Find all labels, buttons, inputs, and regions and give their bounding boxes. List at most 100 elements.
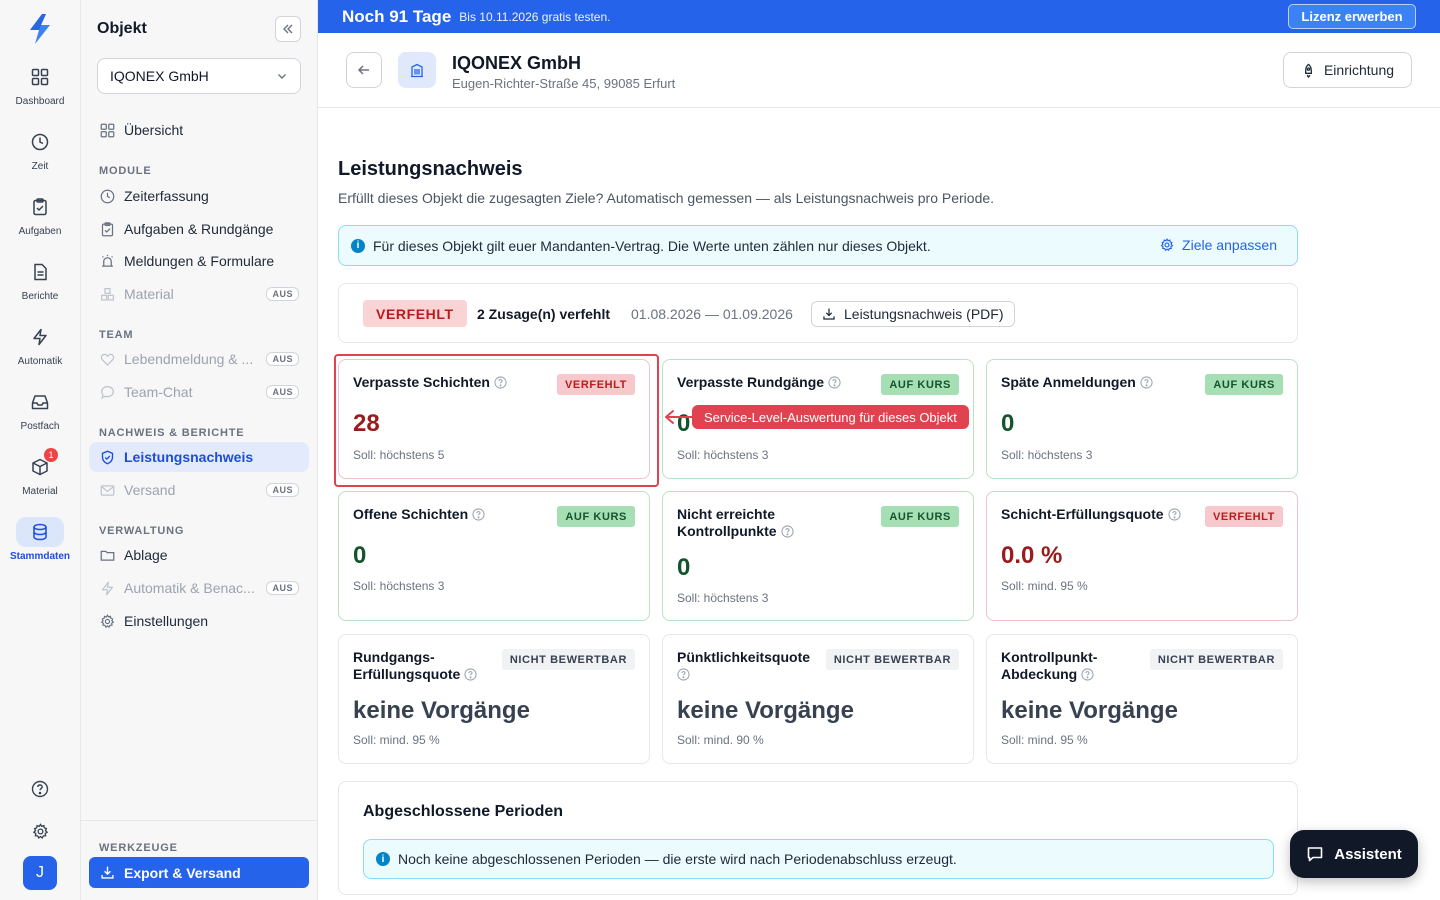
kpi-target: Soll: höchstens 3 — [1001, 448, 1093, 462]
sidebar-item-label: Ablage — [124, 547, 168, 563]
help-circle-icon[interactable] — [1167, 508, 1181, 521]
rail-item-stammdaten[interactable]: Stammdaten — [0, 517, 80, 573]
back-button[interactable] — [346, 52, 382, 88]
rail-item-berichte[interactable]: Berichte — [0, 257, 80, 313]
adjust-goals-label: Ziele anpassen — [1182, 237, 1277, 253]
grid-icon — [99, 122, 115, 138]
rail-item-aufgaben[interactable]: Aufgaben — [0, 192, 80, 248]
sidebar-item-leistungsnachweis[interactable]: Leistungsnachweis — [89, 442, 309, 472]
sidebar-item-automatik-benachrichtigungen[interactable]: Automatik & Benac... AUS — [89, 573, 309, 603]
help-circle-icon[interactable] — [494, 376, 507, 389]
sidebar-item-einstellungen[interactable]: Einstellungen — [89, 606, 309, 636]
kpi-target: Soll: mind. 95 % — [353, 733, 440, 747]
sidebar-item-label: Lebendmeldung & ... — [124, 351, 254, 367]
folder-icon — [99, 547, 115, 563]
sidebar-item-material[interactable]: Material AUS — [89, 279, 309, 309]
sidebar-item-versand[interactable]: Versand AUS — [89, 475, 309, 505]
tutorial-callout: Service-Level-Auswertung für dieses Obje… — [692, 405, 969, 429]
adjust-goals-link[interactable]: Ziele anpassen — [1160, 237, 1277, 253]
rail-item-postfach[interactable]: Postfach — [0, 387, 80, 443]
kpi-card-nicht-erreichte-kontrollpunkte[interactable]: Nicht erreichte Kontrollpunkte AUF KURS … — [662, 491, 974, 621]
kpi-card-rundgangs-erfuellungsquote[interactable]: Rundgangs-Erfüllungsquote NICHT BEWERTBA… — [338, 634, 650, 764]
download-icon — [823, 308, 835, 320]
clipboard-check-icon — [99, 221, 115, 237]
rail-item-material[interactable]: 1 Material — [0, 448, 80, 508]
missed-commitments-count: 2 Zusage(n) verfehlt — [477, 306, 611, 322]
kpi-card-verpasste-schichten[interactable]: Verpasste Schichten VERFEHLT 28 Soll: hö… — [338, 359, 650, 479]
kpi-target: Soll: höchstens 5 — [353, 448, 445, 462]
assistant-button[interactable]: Assistent — [1290, 830, 1418, 878]
kpi-card-schicht-erfuellungsquote[interactable]: Schicht-Erfüllungsquote VERFEHLT 0.0 % S… — [986, 491, 1298, 621]
sidebar-item-meldungen[interactable]: Meldungen & Formulare — [89, 246, 309, 276]
object-select[interactable]: IQONEX GmbH — [97, 58, 301, 94]
chevrons-left-icon — [281, 22, 295, 36]
kpi-card-spaete-anmeldungen[interactable]: Späte Anmeldungen AUF KURS 0 Soll: höchs… — [986, 359, 1298, 479]
section-module: MODULE — [99, 165, 152, 177]
lightning-icon — [16, 322, 64, 352]
status-badge: NICHT BEWERTBAR — [501, 649, 635, 670]
kpi-title: Schicht-Erfüllungsquote — [1001, 506, 1191, 523]
rail-label: Automatik — [17, 356, 63, 367]
assistant-label: Assistent — [1334, 845, 1402, 863]
rail-item-dashboard[interactable]: Dashboard — [0, 62, 80, 118]
completed-periods-card: Abgeschlossene Perioden i Noch keine abg… — [338, 781, 1298, 895]
sidebar-item-aufgaben[interactable]: Aufgaben & Rundgänge — [89, 214, 309, 244]
period-status-card: VERFEHLT 2 Zusage(n) verfehlt 01.08.2026… — [338, 283, 1298, 343]
database-icon — [16, 517, 64, 547]
kpi-title: Pünktlichkeitsquote — [677, 649, 827, 681]
kpi-target: Soll: höchstens 3 — [353, 579, 445, 593]
building-icon — [398, 52, 436, 88]
notification-badge: 1 — [44, 448, 58, 462]
setup-button[interactable]: Einrichtung — [1283, 52, 1412, 88]
status-badge: AUF KURS — [881, 374, 959, 395]
rail-label: Stammdaten — [9, 551, 70, 562]
sidebar-item-lebendmeldung[interactable]: Lebendmeldung & ... AUS — [89, 344, 309, 374]
callout-arrow-icon — [665, 410, 693, 424]
rail-item-zeit[interactable]: Zeit — [0, 127, 80, 183]
kpi-card-kontrollpunkt-abdeckung[interactable]: Kontrollpunkt-Abdeckung NICHT BEWERTBAR … — [986, 634, 1298, 764]
kpi-value: keine Vorgänge — [677, 697, 854, 724]
settings-button[interactable] — [0, 823, 80, 840]
kpi-target: Soll: höchstens 3 — [677, 448, 769, 462]
sidebar-item-zeiterfassung[interactable]: Zeiterfassung — [89, 181, 309, 211]
help-circle-icon[interactable] — [464, 668, 477, 681]
sidebar-item-uebersicht[interactable]: Übersicht — [89, 115, 309, 145]
help-circle-icon — [31, 780, 49, 798]
kpi-value: 0 — [1001, 410, 1015, 437]
help-circle-icon[interactable] — [677, 668, 827, 681]
kpi-card-puenktlichkeitsquote[interactable]: Pünktlichkeitsquote NICHT BEWERTBAR kein… — [662, 634, 974, 764]
kpi-title: Rundgangs-Erfüllungsquote — [353, 649, 493, 683]
help-circle-icon[interactable] — [472, 508, 485, 521]
app-logo-icon[interactable] — [26, 12, 54, 46]
off-badge: AUS — [266, 581, 299, 595]
heart-icon — [99, 351, 115, 367]
page-subtitle: Erfüllt dieses Objekt die zugesagten Zie… — [338, 190, 995, 206]
sidebar-item-team-chat[interactable]: Team-Chat AUS — [89, 377, 309, 407]
help-circle-icon[interactable] — [1081, 668, 1094, 681]
buy-license-button[interactable]: Lizenz erwerben — [1288, 4, 1416, 29]
trial-subtitle: Bis 10.11.2026 gratis testen. — [459, 9, 611, 24]
kpi-title: Späte Anmeldungen — [1001, 374, 1191, 391]
siren-icon — [99, 253, 115, 269]
sidebar-item-label: Versand — [124, 482, 176, 498]
help-circle-icon[interactable] — [780, 525, 794, 538]
sidebar-item-label: Zeiterfassung — [124, 188, 209, 204]
help-circle-icon[interactable] — [828, 376, 841, 389]
user-avatar[interactable]: J — [23, 856, 57, 890]
rail-item-automatik[interactable]: Automatik — [0, 322, 80, 378]
sidebar-item-label: Einstellungen — [124, 613, 209, 629]
section-werkzeuge: WERKZEUGE — [99, 842, 178, 854]
status-badge: NICHT BEWERTBAR — [1149, 649, 1283, 670]
kpi-card-offene-schichten[interactable]: Offene Schichten AUF KURS 0 Soll: höchst… — [338, 491, 650, 621]
sidebar-item-ablage[interactable]: Ablage — [89, 540, 309, 570]
download-pdf-button[interactable]: Leistungsnachweis (PDF) — [811, 301, 1015, 327]
chevron-down-icon — [276, 70, 288, 82]
sidebar-divider — [81, 820, 318, 821]
collapse-sidebar-button[interactable] — [275, 16, 301, 42]
help-circle-icon[interactable] — [1140, 376, 1153, 389]
rail-label: Dashboard — [15, 96, 65, 107]
trial-banner: Noch 91 Tage Bis 10.11.2026 gratis teste… — [318, 0, 1440, 33]
help-button[interactable] — [0, 780, 80, 798]
export-versand-button[interactable]: Export & Versand — [89, 857, 309, 888]
kpi-title: Offene Schichten — [353, 506, 543, 523]
